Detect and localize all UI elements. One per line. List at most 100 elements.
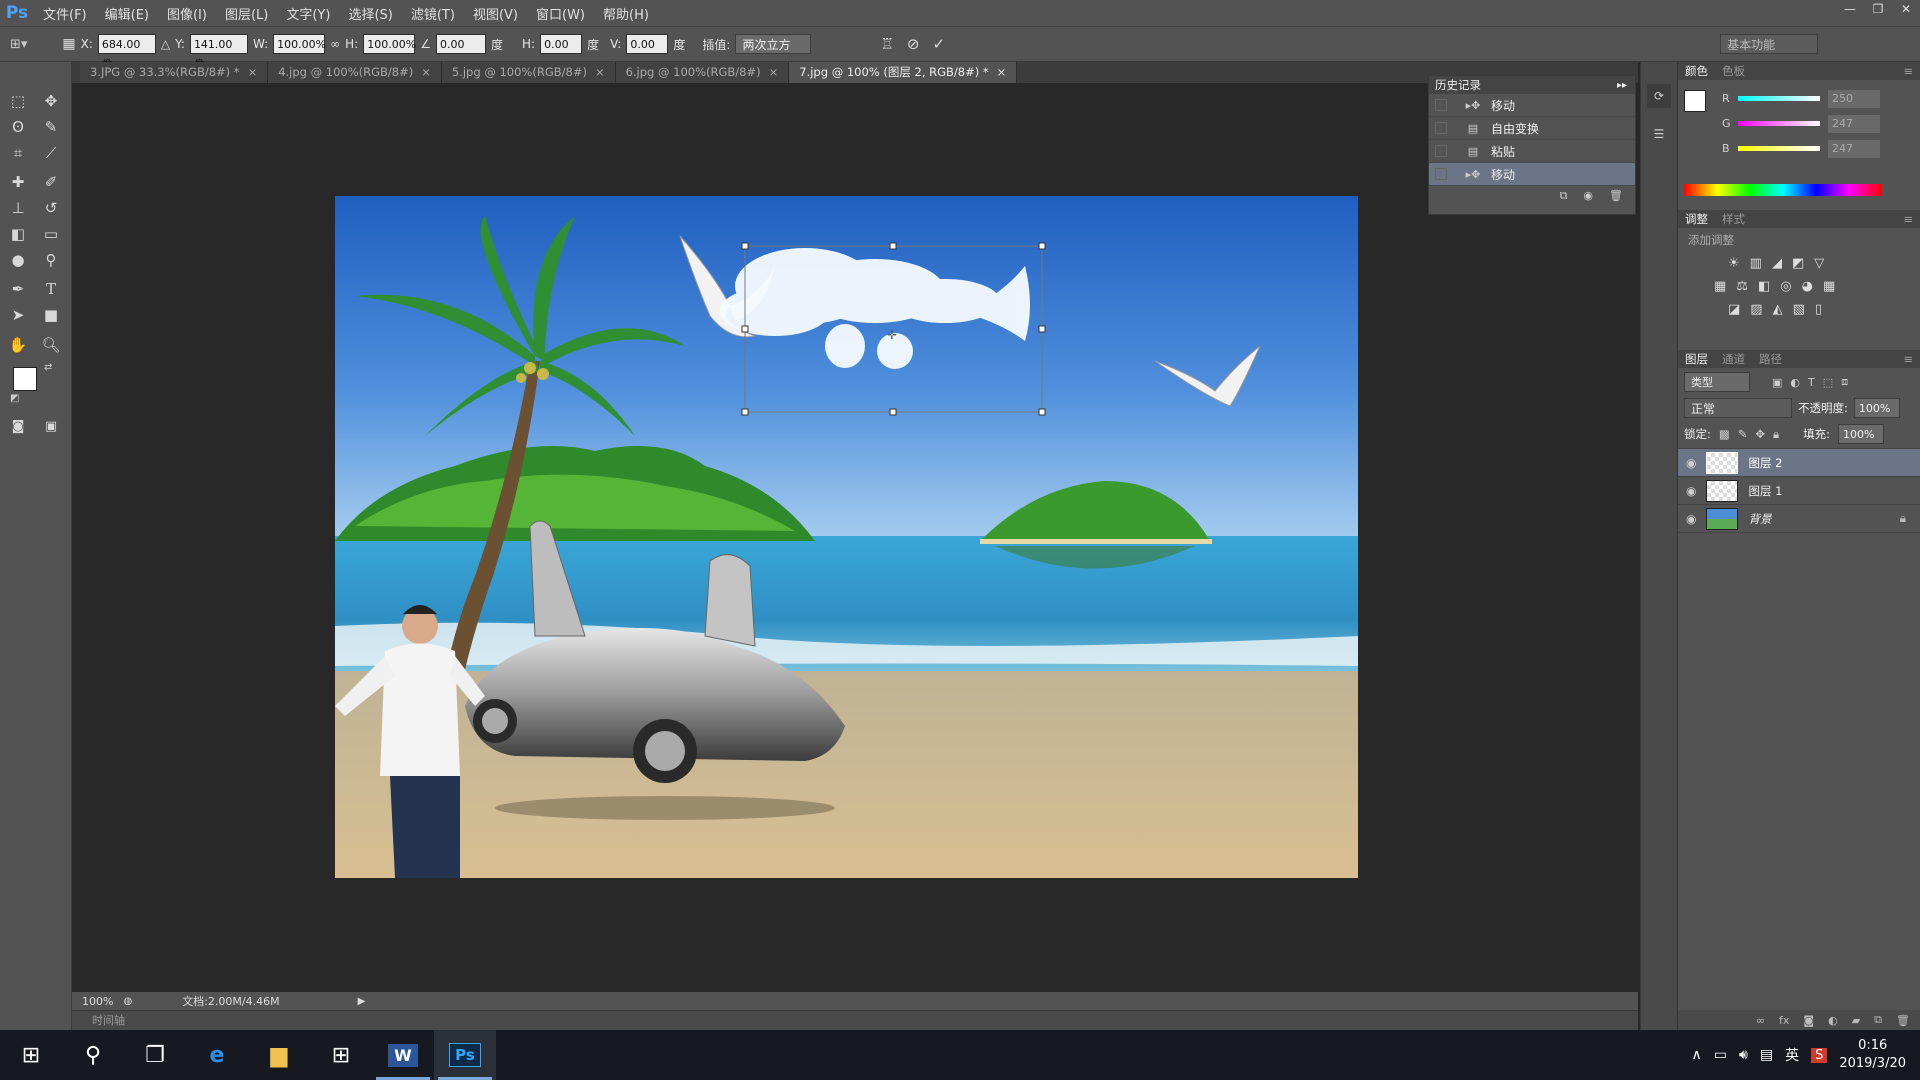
angle-field[interactable]: 0.00 xyxy=(436,34,486,54)
filter-smart-icon[interactable]: ⧈ xyxy=(1841,375,1848,389)
properties-dock-icon[interactable]: ☰ xyxy=(1647,122,1671,146)
foreground-color-swatch[interactable] xyxy=(13,367,37,391)
tab-close-icon[interactable]: × xyxy=(595,65,605,79)
close-button[interactable]: ✕ xyxy=(1892,0,1920,18)
delta-icon[interactable]: △ xyxy=(161,37,170,51)
height-field[interactable]: 100.00% xyxy=(363,34,416,54)
transform-handle[interactable] xyxy=(1038,242,1046,250)
menu-view[interactable]: 视图(V) xyxy=(464,4,527,23)
minimize-button[interactable]: — xyxy=(1836,0,1864,18)
tab-document-6[interactable]: 6.jpg @ 100%(RGB/8#) × xyxy=(615,62,790,83)
interp-select[interactable]: 两次立方 xyxy=(735,34,812,54)
layer-filter-select[interactable]: 类型 xyxy=(1684,372,1750,392)
commit-transform-icon[interactable]: ✓ xyxy=(932,35,945,53)
tab-document-7[interactable]: 7.jpg @ 100% (图层 2, RGB/8#) * × xyxy=(789,62,1018,83)
transform-handle[interactable] xyxy=(741,325,749,333)
menu-help[interactable]: 帮助(H) xyxy=(594,4,658,23)
cancel-transform-icon[interactable]: ⊘ xyxy=(907,35,920,53)
warp-icon[interactable]: ♖ xyxy=(880,35,893,53)
link-icon[interactable]: ∞ xyxy=(330,37,340,51)
lock-position-icon[interactable]: ✥ xyxy=(1755,427,1765,441)
tray-expand-icon[interactable]: ∧ xyxy=(1692,1047,1702,1063)
tab-close-icon[interactable]: × xyxy=(769,65,779,79)
add-mask-icon[interactable]: ◙ xyxy=(1803,1014,1814,1027)
tab-layers[interactable]: 图层 xyxy=(1678,351,1715,367)
transform-handle[interactable] xyxy=(1038,408,1046,416)
filter-adjust-icon[interactable]: ◐ xyxy=(1790,376,1800,389)
x-field[interactable]: 684.00 像 xyxy=(97,34,156,71)
menu-type[interactable]: 文字(Y) xyxy=(277,4,339,23)
lasso-tool-icon[interactable]: ʘ xyxy=(7,116,29,138)
black-white-icon[interactable]: ◧ xyxy=(1758,279,1770,294)
file-explorer-icon[interactable]: ▆ xyxy=(248,1030,310,1080)
tab-adjustments[interactable]: 调整 xyxy=(1678,211,1715,227)
history-item[interactable]: ▤ 自由变换 xyxy=(1429,117,1635,140)
delete-state-icon[interactable]: 🗑︎ xyxy=(1609,189,1623,203)
history-brush-tool-icon[interactable]: ↺ xyxy=(40,197,62,219)
r-value[interactable]: 250 xyxy=(1828,90,1880,108)
tab-close-icon[interactable]: × xyxy=(248,65,258,79)
photoshop-app-icon[interactable]: Ps xyxy=(434,1030,496,1080)
quick-select-tool-icon[interactable]: ✎ xyxy=(40,116,62,138)
edge-browser-icon[interactable]: e xyxy=(186,1030,248,1080)
tab-close-icon[interactable]: × xyxy=(421,65,431,79)
eraser-tool-icon[interactable]: ◧ xyxy=(7,223,29,245)
lock-transparent-icon[interactable]: ▩ xyxy=(1719,427,1730,441)
history-panel-title[interactable]: 历史记录 xyxy=(1435,77,1481,93)
color-panel-fg-swatch[interactable] xyxy=(1684,90,1706,112)
selective-color-icon[interactable]: ▯ xyxy=(1815,302,1822,317)
menu-image[interactable]: 图像(I) xyxy=(158,4,216,23)
panel-menu-icon[interactable]: ≡ xyxy=(1896,212,1920,226)
dodge-tool-icon[interactable]: ⚲ xyxy=(40,249,62,271)
b-value[interactable]: 247 xyxy=(1828,140,1880,158)
visibility-eye-icon[interactable]: ◉ xyxy=(1686,484,1696,498)
blend-mode-select[interactable]: 正常 xyxy=(1684,398,1792,418)
tab-styles[interactable]: 样式 xyxy=(1715,211,1752,227)
fill-field[interactable]: 100% xyxy=(1838,424,1885,444)
tab-close-icon[interactable]: × xyxy=(997,65,1007,79)
posterize-icon[interactable]: ▨ xyxy=(1750,302,1762,317)
tab-document-5[interactable]: 5.jpg @ 100%(RGB/8#) × xyxy=(441,62,616,83)
tab-swatches[interactable]: 色板 xyxy=(1715,63,1752,79)
zoom-tool-icon[interactable]: 🔍︎ xyxy=(40,334,62,356)
default-colors-icon[interactable]: ◩ xyxy=(10,393,19,404)
g-value[interactable]: 247 xyxy=(1828,115,1880,133)
tab-document-3[interactable]: 3.JPG @ 33.3%(RGB/8#) * × xyxy=(80,62,269,83)
r-slider[interactable] xyxy=(1738,96,1820,101)
filter-shape-icon[interactable]: ⬚ xyxy=(1823,376,1833,389)
tab-document-4[interactable]: 4.jpg @ 100%(RGB/8#) × xyxy=(268,62,442,83)
visibility-eye-icon[interactable]: ◉ xyxy=(1686,512,1696,526)
threshold-icon[interactable]: ◭ xyxy=(1773,302,1783,317)
curves-icon[interactable]: ◢ xyxy=(1772,256,1782,271)
history-item[interactable]: ▸✥ 移动 xyxy=(1429,163,1635,186)
layer-row[interactable]: ◉ 图层 1 xyxy=(1678,477,1920,505)
stamp-tool-icon[interactable]: ⊥ xyxy=(7,197,29,219)
spectrum-bar[interactable] xyxy=(1684,184,1882,196)
new-adjustment-icon[interactable]: ◐ xyxy=(1828,1014,1838,1027)
start-button[interactable]: ⊞ xyxy=(0,1030,62,1080)
eyedropper-tool-icon[interactable]: ⟋ xyxy=(40,142,62,164)
new-document-from-state-icon[interactable]: ⧉ xyxy=(1560,189,1568,203)
menu-filter[interactable]: 滤镜(T) xyxy=(402,4,464,23)
visibility-eye-icon[interactable]: ◉ xyxy=(1686,456,1696,470)
color-lookup-icon[interactable]: ▦ xyxy=(1823,279,1835,294)
layer-row[interactable]: ◉ 图层 2 xyxy=(1678,449,1920,477)
clock[interactable]: 0:16 2019/3/20 xyxy=(1839,1037,1906,1073)
pen-tool-icon[interactable]: ✒ xyxy=(7,278,29,300)
transform-handle[interactable] xyxy=(741,242,749,250)
ime-indicator[interactable]: 英 xyxy=(1785,1045,1799,1065)
brightness-icon[interactable]: ☀ xyxy=(1728,256,1740,271)
status-info-icon[interactable]: ◍ xyxy=(123,996,132,1007)
channel-mixer-icon[interactable]: ◕ xyxy=(1802,279,1813,294)
healing-tool-icon[interactable]: ✚ xyxy=(7,171,29,193)
delete-layer-icon[interactable]: 🗑︎ xyxy=(1896,1014,1910,1027)
reference-point-icon[interactable]: ▦ xyxy=(62,36,75,52)
snapshot-icon[interactable]: ◉ xyxy=(1583,189,1593,203)
exposure-icon[interactable]: ◩ xyxy=(1792,256,1804,271)
b-slider[interactable] xyxy=(1738,146,1820,151)
gradient-tool-icon[interactable]: ▭ xyxy=(40,223,62,245)
volume-icon[interactable]: 🔊︎ xyxy=(1739,1047,1748,1063)
menu-edit[interactable]: 编辑(E) xyxy=(96,4,158,23)
move-tool-icon[interactable]: ✥ xyxy=(40,90,62,112)
task-view-icon[interactable]: ❐ xyxy=(124,1030,186,1080)
